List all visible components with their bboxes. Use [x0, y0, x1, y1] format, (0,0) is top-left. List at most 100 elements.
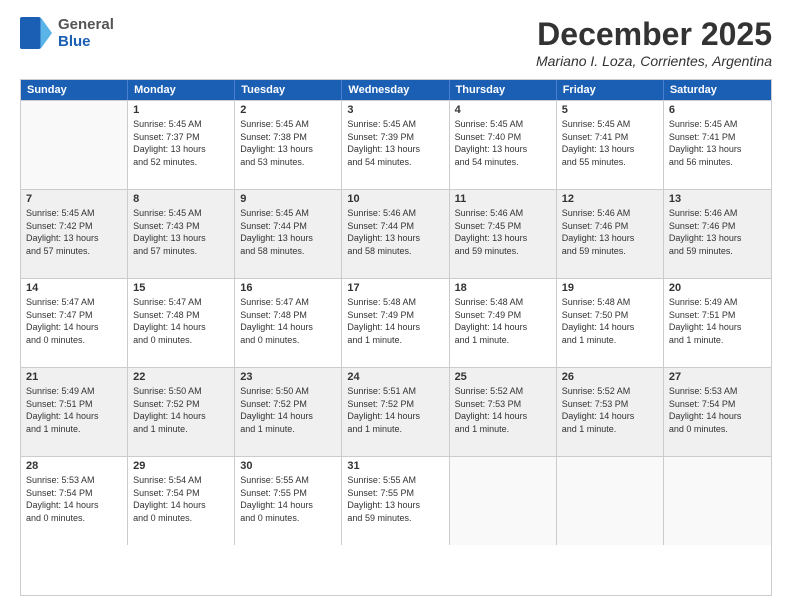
cal-cell: 23Sunrise: 5:50 AMSunset: 7:52 PMDayligh…	[235, 368, 342, 456]
header-day-monday: Monday	[128, 80, 235, 100]
cal-cell: 25Sunrise: 5:52 AMSunset: 7:53 PMDayligh…	[450, 368, 557, 456]
day-info-27: Sunrise: 5:53 AMSunset: 7:54 PMDaylight:…	[669, 385, 766, 435]
day-info-30: Sunrise: 5:55 AMSunset: 7:55 PMDaylight:…	[240, 474, 336, 524]
day-number-27: 27	[669, 371, 766, 383]
day-info-4: Sunrise: 5:45 AMSunset: 7:40 PMDaylight:…	[455, 118, 551, 168]
day-number-30: 30	[240, 460, 336, 472]
cal-cell: 20 Sunrise: 5:49 AMSunset: 7:51 PMDayligh…	[664, 279, 771, 367]
cal-cell: 29Sunrise: 5:54 AMSunset: 7:54 PMDayligh…	[128, 457, 235, 545]
day-number-25: 25	[455, 371, 551, 383]
cal-cell: 7 Sunrise: 5:45 AMSunset: 7:42 PMDaylight…	[21, 190, 128, 278]
day-info-10: Sunrise: 5:46 AMSunset: 7:44 PMDaylight:…	[347, 207, 443, 257]
day-number-2: 2	[240, 104, 336, 116]
cal-cell: 1 Sunrise: 5:45 AMSunset: 7:37 PMDaylight…	[128, 101, 235, 189]
cal-cell	[21, 101, 128, 189]
header-day-wednesday: Wednesday	[342, 80, 449, 100]
week-row-5: 28Sunrise: 5:53 AMSunset: 7:54 PMDayligh…	[21, 456, 771, 545]
day-info-15: Sunrise: 5:47 AMSunset: 7:48 PMDaylight:…	[133, 296, 229, 346]
cal-cell: 22 Sunrise: 5:50 AMSunset: 7:52 PMDayligh…	[128, 368, 235, 456]
header: General Blue December 2025 Mariano I. Lo…	[20, 16, 772, 69]
cal-cell: 30 Sunrise: 5:55 AMSunset: 7:55 PMDayligh…	[235, 457, 342, 545]
day-number-14: 14	[26, 282, 122, 294]
week-row-4: 21 Sunrise: 5:49 AMSunset: 7:51 PMDayligh…	[21, 367, 771, 456]
day-info-26: Sunrise: 5:52 AMSunset: 7:53 PMDaylight:…	[562, 385, 658, 435]
day-info-29: Sunrise: 5:54 AMSunset: 7:54 PMDaylight:…	[133, 474, 229, 524]
cal-cell: 28Sunrise: 5:53 AMSunset: 7:54 PMDayligh…	[21, 457, 128, 545]
day-info-13: Sunrise: 5:46 AMSunset: 7:46 PMDaylight:…	[669, 207, 766, 257]
day-info-17: Sunrise: 5:48 AMSunset: 7:49 PMDaylight:…	[347, 296, 443, 346]
day-info-3: Sunrise: 5:45 AMSunset: 7:39 PMDaylight:…	[347, 118, 443, 168]
day-number-13: 13	[669, 193, 766, 205]
day-info-9: Sunrise: 5:45 AMSunset: 7:44 PMDaylight:…	[240, 207, 336, 257]
day-number-6: 6	[669, 104, 766, 116]
cal-cell	[557, 457, 664, 545]
cal-cell: 8 Sunrise: 5:45 AMSunset: 7:43 PMDaylight…	[128, 190, 235, 278]
day-info-24: Sunrise: 5:51 AMSunset: 7:52 PMDaylight:…	[347, 385, 443, 435]
day-number-18: 18	[455, 282, 551, 294]
header-day-tuesday: Tuesday	[235, 80, 342, 100]
cal-cell: 2 Sunrise: 5:45 AMSunset: 7:38 PMDaylight…	[235, 101, 342, 189]
day-number-8: 8	[133, 193, 229, 205]
title-section: December 2025 Mariano I. Loza, Corriente…	[536, 16, 772, 69]
cal-cell: 15 Sunrise: 5:47 AMSunset: 7:48 PMDayligh…	[128, 279, 235, 367]
cal-cell: 10Sunrise: 5:46 AMSunset: 7:44 PMDayligh…	[342, 190, 449, 278]
logo-line2: Blue	[58, 33, 114, 50]
calendar: SundayMondayTuesdayWednesdayThursdayFrid…	[20, 79, 772, 596]
cal-cell: 4 Sunrise: 5:45 AMSunset: 7:40 PMDaylight…	[450, 101, 557, 189]
cal-cell: 3 Sunrise: 5:45 AMSunset: 7:39 PMDaylight…	[342, 101, 449, 189]
day-number-7: 7	[26, 193, 122, 205]
day-number-23: 23	[240, 371, 336, 383]
day-number-11: 11	[455, 193, 551, 205]
day-number-12: 12	[562, 193, 658, 205]
cal-cell	[450, 457, 557, 545]
month-title: December 2025	[536, 16, 772, 53]
day-number-31: 31	[347, 460, 443, 472]
day-info-19: Sunrise: 5:48 AMSunset: 7:50 PMDaylight:…	[562, 296, 658, 346]
day-number-5: 5	[562, 104, 658, 116]
cal-cell: 9 Sunrise: 5:45 AMSunset: 7:44 PMDaylight…	[235, 190, 342, 278]
day-number-24: 24	[347, 371, 443, 383]
cal-cell: 27 Sunrise: 5:53 AMSunset: 7:54 PMDayligh…	[664, 368, 771, 456]
logo: General Blue	[20, 16, 114, 50]
page: General Blue December 2025 Mariano I. Lo…	[0, 0, 792, 612]
cal-cell: 24 Sunrise: 5:51 AMSunset: 7:52 PMDayligh…	[342, 368, 449, 456]
day-info-18: Sunrise: 5:48 AMSunset: 7:49 PMDaylight:…	[455, 296, 551, 346]
day-info-22: Sunrise: 5:50 AMSunset: 7:52 PMDaylight:…	[133, 385, 229, 435]
day-info-31: Sunrise: 5:55 AMSunset: 7:55 PMDaylight:…	[347, 474, 443, 524]
cal-cell: 19Sunrise: 5:48 AMSunset: 7:50 PMDayligh…	[557, 279, 664, 367]
cal-cell: 17 Sunrise: 5:48 AMSunset: 7:49 PMDayligh…	[342, 279, 449, 367]
location: Mariano I. Loza, Corrientes, Argentina	[536, 53, 772, 69]
day-info-16: Sunrise: 5:47 AMSunset: 7:48 PMDaylight:…	[240, 296, 336, 346]
day-number-20: 20	[669, 282, 766, 294]
cal-cell: 26 Sunrise: 5:52 AMSunset: 7:53 PMDayligh…	[557, 368, 664, 456]
day-number-26: 26	[562, 371, 658, 383]
day-number-28: 28	[26, 460, 122, 472]
day-info-5: Sunrise: 5:45 AMSunset: 7:41 PMDaylight:…	[562, 118, 658, 168]
day-info-1: Sunrise: 5:45 AMSunset: 7:37 PMDaylight:…	[133, 118, 229, 168]
day-info-6: Sunrise: 5:45 AMSunset: 7:41 PMDaylight:…	[669, 118, 766, 168]
day-info-14: Sunrise: 5:47 AMSunset: 7:47 PMDaylight:…	[26, 296, 122, 346]
day-info-21: Sunrise: 5:49 AMSunset: 7:51 PMDaylight:…	[26, 385, 122, 435]
day-info-7: Sunrise: 5:45 AMSunset: 7:42 PMDaylight:…	[26, 207, 122, 257]
cal-cell: 16Sunrise: 5:47 AMSunset: 7:48 PMDayligh…	[235, 279, 342, 367]
day-info-2: Sunrise: 5:45 AMSunset: 7:38 PMDaylight:…	[240, 118, 336, 168]
cal-cell: 18 Sunrise: 5:48 AMSunset: 7:49 PMDayligh…	[450, 279, 557, 367]
day-info-20: Sunrise: 5:49 AMSunset: 7:51 PMDaylight:…	[669, 296, 766, 346]
day-number-4: 4	[455, 104, 551, 116]
day-number-9: 9	[240, 193, 336, 205]
logo-line1: General	[58, 16, 114, 33]
cal-cell: 11Sunrise: 5:46 AMSunset: 7:45 PMDayligh…	[450, 190, 557, 278]
day-number-15: 15	[133, 282, 229, 294]
cal-cell: 12Sunrise: 5:46 AMSunset: 7:46 PMDayligh…	[557, 190, 664, 278]
cal-cell: 31 Sunrise: 5:55 AMSunset: 7:55 PMDayligh…	[342, 457, 449, 545]
day-info-8: Sunrise: 5:45 AMSunset: 7:43 PMDaylight:…	[133, 207, 229, 257]
cal-cell: 6 Sunrise: 5:45 AMSunset: 7:41 PMDaylight…	[664, 101, 771, 189]
day-number-21: 21	[26, 371, 122, 383]
calendar-header: SundayMondayTuesdayWednesdayThursdayFrid…	[21, 80, 771, 100]
day-number-1: 1	[133, 104, 229, 116]
day-number-22: 22	[133, 371, 229, 383]
day-number-3: 3	[347, 104, 443, 116]
header-day-sunday: Sunday	[21, 80, 128, 100]
day-number-17: 17	[347, 282, 443, 294]
week-row-3: 14 Sunrise: 5:47 AMSunset: 7:47 PMDayligh…	[21, 278, 771, 367]
